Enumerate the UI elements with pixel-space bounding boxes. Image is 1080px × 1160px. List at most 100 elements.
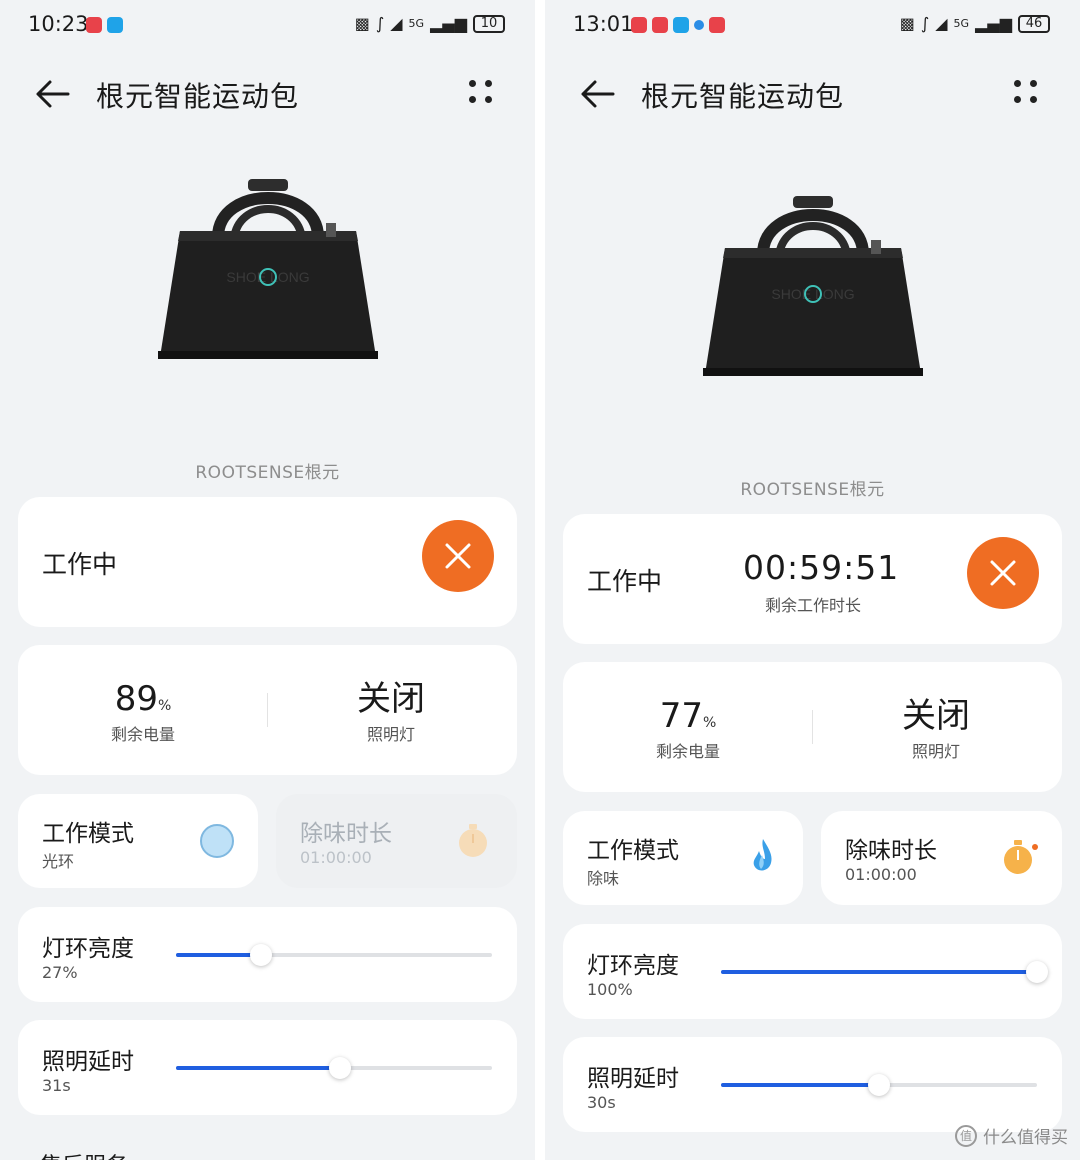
work-mode-value: 除味 — [587, 869, 620, 888]
stats-card: 77% 剩余电量 关闭 照明灯 — [563, 662, 1062, 792]
bluetooth-icon: ∫ — [375, 14, 385, 33]
stats-divider — [812, 710, 813, 744]
page-title: 根元智能运动包 — [96, 80, 300, 113]
status-time: 10:23 — [28, 12, 89, 36]
status-bar: 10:23 ▩ ∫ ◢ 5G ▂▄▆ 10 — [0, 0, 535, 54]
status-card: 工作中 00:59:51 剩余工作时长 — [563, 514, 1062, 644]
light-value: 关闭 — [902, 696, 970, 736]
light-delay-title: 照明延时 — [42, 1049, 134, 1075]
timer-icon — [459, 824, 487, 857]
deodor-duration-title: 除味时长 — [845, 838, 937, 864]
signal-icon: ▂▄▆ — [430, 14, 467, 33]
wifi-icon: ◢ — [935, 14, 948, 33]
brightness-slider-thumb[interactable] — [250, 944, 273, 966]
light-delay-slider-fill — [721, 1083, 879, 1087]
deodor-duration-value: 01:00:00 — [845, 865, 917, 884]
app-notification-icon — [107, 17, 123, 33]
watermark-text: 什么值得买 — [983, 1128, 1068, 1148]
bag-print-text: SHOE LONG — [226, 269, 309, 285]
stats-divider — [267, 693, 268, 727]
close-icon — [445, 543, 471, 569]
battery-icon: 46 — [1018, 14, 1050, 33]
watermark-badge: 值 — [955, 1124, 977, 1147]
app-notification-icon — [673, 17, 689, 33]
battery-unit: % — [702, 715, 717, 731]
brand-logo-text: ROOTSENSE根元 — [740, 480, 885, 500]
stats-card: 89% 剩余电量 关闭 照明灯 — [18, 645, 517, 775]
working-status-label: 工作中 — [42, 550, 118, 579]
battery-label: 剩余电量 — [110, 725, 175, 744]
battery-stat: 77% 剩余电量 — [613, 696, 763, 762]
timer-icon — [1004, 840, 1038, 874]
bag-print-text: SHOE LONG — [771, 286, 854, 302]
deodor-duration-value: 01:00:00 — [300, 848, 372, 867]
watermark: 值 什么值得买 — [955, 1123, 1068, 1148]
brightness-slider[interactable] — [721, 961, 1048, 983]
battery-value: 89 — [114, 679, 158, 719]
deodor-duration-tile[interactable]: 除味时长 01:00:00 — [821, 811, 1062, 905]
nav-bar: 根元智能运动包 — [545, 62, 1080, 124]
work-mode-title: 工作模式 — [42, 821, 134, 847]
back-arrow-icon[interactable] — [32, 74, 72, 114]
brightness-slider-fill — [721, 970, 1037, 974]
deodor-duration-tile[interactable]: 除味时长 01:00:00 — [276, 794, 517, 888]
halo-circle-icon — [200, 824, 234, 858]
working-status-label: 工作中 — [587, 567, 663, 596]
status-bar: 13:01 ▩ ∫ ◢ 5G ▂▄▆ 46 — [545, 0, 1080, 54]
battery-unit: % — [157, 698, 172, 714]
brightness-card: 灯环亮度 100% — [563, 924, 1062, 1019]
light-delay-value: 30s — [587, 1093, 616, 1112]
system-status: ▩ ∫ ◢ 5G ▂▄▆ 10 — [355, 14, 505, 33]
status-card: 工作中 — [18, 497, 517, 627]
app-notification-icon — [709, 17, 725, 33]
more-options-icon[interactable] — [469, 80, 495, 106]
brightness-value: 100% — [587, 980, 633, 999]
page-title: 根元智能运动包 — [641, 80, 845, 113]
bag-product-image: SHOE LONG — [703, 196, 923, 376]
right-phone-screen: 13:01 ▩ ∫ ◢ 5G ▂▄▆ 46 根元智能运动包 SHOE LONG … — [545, 0, 1080, 1160]
app-notification-icon — [652, 17, 668, 33]
wifi-icon: ◢ — [390, 14, 403, 33]
light-value: 关闭 — [357, 679, 425, 719]
light-delay-slider[interactable] — [721, 1074, 1037, 1096]
battery-stat: 89% 剩余电量 — [68, 679, 218, 745]
light-delay-slider-thumb[interactable] — [868, 1074, 890, 1096]
light-delay-card: 照明延时 30s — [563, 1037, 1062, 1132]
light-toggle[interactable]: 关闭 照明灯 — [861, 696, 1011, 762]
light-delay-card: 照明延时 31s — [18, 1020, 517, 1115]
brightness-card: 灯环亮度 27% — [18, 907, 517, 1002]
light-delay-value: 31s — [42, 1076, 71, 1095]
signal-icon: ▂▄▆ — [975, 14, 1012, 33]
brightness-value: 27% — [42, 963, 78, 982]
stop-button[interactable] — [422, 520, 494, 592]
light-toggle[interactable]: 关闭 照明灯 — [316, 679, 466, 745]
brightness-slider[interactable] — [176, 944, 492, 966]
signal-network-label: 5G — [953, 17, 970, 30]
back-arrow-icon[interactable] — [577, 74, 617, 114]
light-label: 照明灯 — [366, 725, 415, 744]
work-mode-tile[interactable]: 工作模式 除味 — [563, 811, 803, 905]
light-delay-slider[interactable] — [176, 1057, 492, 1079]
nav-bar: 根元智能运动包 — [0, 62, 535, 124]
brightness-slider-thumb[interactable] — [1026, 961, 1048, 983]
after-sales-section-title: 售后服务 — [40, 1148, 128, 1160]
system-status: ▩ ∫ ◢ 5G ▂▄▆ 46 — [900, 14, 1050, 33]
work-mode-tile[interactable]: 工作模式 光环 — [18, 794, 258, 888]
light-label: 照明灯 — [911, 742, 960, 761]
bag-product-image: SHOE LONG — [158, 179, 378, 359]
nfc-icon: ▩ — [899, 14, 915, 33]
more-options-icon[interactable] — [1014, 80, 1040, 106]
app-notification-icon — [86, 17, 102, 33]
app-notification-icon — [694, 20, 704, 30]
brand-logo-text: ROOTSENSE根元 — [195, 463, 340, 483]
brightness-title: 灯环亮度 — [42, 936, 134, 962]
signal-network-label: 5G — [408, 17, 425, 30]
left-phone-screen: 10:23 ▩ ∫ ◢ 5G ▂▄▆ 10 根元智能运动包 SHOE LONG — [0, 0, 535, 1160]
brightness-slider-fill — [176, 953, 262, 957]
brightness-title: 灯环亮度 — [587, 953, 679, 979]
notification-icons — [86, 17, 123, 33]
flame-icon — [753, 839, 772, 871]
stop-button[interactable] — [967, 537, 1039, 609]
light-delay-slider-thumb[interactable] — [329, 1057, 352, 1079]
battery-value: 77 — [659, 696, 703, 736]
